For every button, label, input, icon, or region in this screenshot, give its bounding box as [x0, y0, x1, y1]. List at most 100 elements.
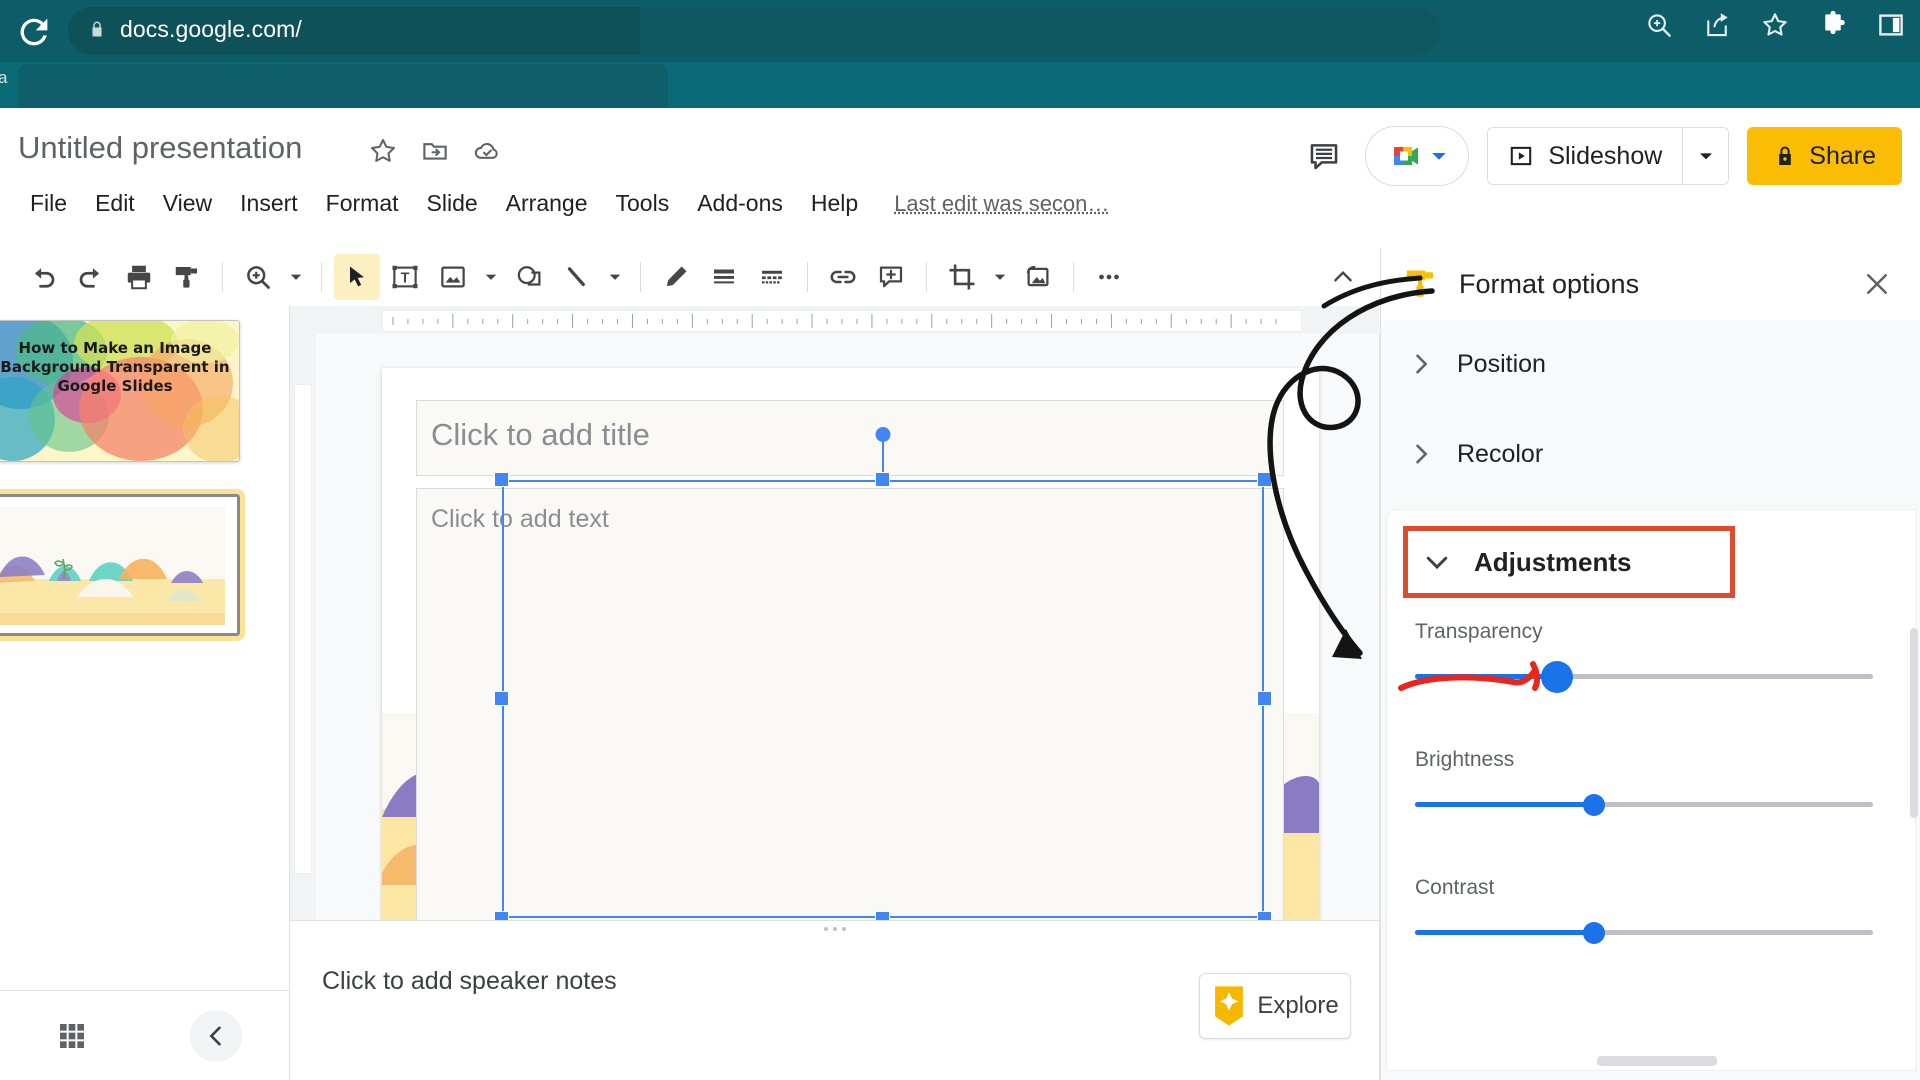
- menu-item-help[interactable]: Help: [797, 186, 872, 221]
- browser-tab-redacted[interactable]: [18, 64, 668, 108]
- toolbar-collapse-button[interactable]: [1320, 254, 1366, 300]
- crop-button[interactable]: [939, 254, 985, 300]
- format-options-header: Format options: [1381, 248, 1920, 320]
- slideshow-dropdown[interactable]: [1682, 128, 1728, 184]
- editor-toolbar: T: [0, 248, 1380, 306]
- select-tool-button[interactable]: [334, 254, 380, 300]
- image-dropdown[interactable]: [478, 254, 504, 300]
- line-color-button[interactable]: [653, 254, 699, 300]
- contrast-slider[interactable]: [1415, 930, 1873, 936]
- brightness-slider-thumb[interactable]: [1583, 794, 1605, 816]
- crop-dropdown[interactable]: [987, 254, 1013, 300]
- mask-image-button[interactable]: [1015, 254, 1061, 300]
- brightness-label: Brightness: [1415, 748, 1885, 772]
- line-button[interactable]: [554, 254, 600, 300]
- share-button[interactable]: Share: [1747, 127, 1902, 185]
- shape-button[interactable]: [506, 254, 552, 300]
- horizontal-ruler[interactable]: [382, 310, 1302, 332]
- vertical-ruler[interactable]: [290, 334, 316, 920]
- toolbar-divider: [321, 262, 322, 292]
- insert-link-button[interactable]: [820, 254, 866, 300]
- redo-button[interactable]: [68, 254, 114, 300]
- transparency-slider-thumb[interactable]: [1541, 661, 1573, 693]
- side-panel-icon[interactable]: [1876, 10, 1906, 40]
- star-icon[interactable]: [368, 136, 398, 166]
- slide-filmstrip[interactable]: How to Make an Image Background Transpar…: [0, 306, 290, 990]
- text-box-button[interactable]: T: [382, 254, 428, 300]
- insert-image-button[interactable]: [430, 254, 476, 300]
- share-page-icon[interactable]: [1702, 10, 1732, 40]
- extensions-puzzle-icon[interactable]: [1818, 10, 1848, 40]
- meet-button[interactable]: [1365, 126, 1469, 186]
- chevron-down-icon: [289, 270, 303, 284]
- zoom-button[interactable]: [235, 254, 281, 300]
- slideshow-button[interactable]: Slideshow: [1487, 127, 1729, 185]
- line-dropdown[interactable]: [602, 254, 628, 300]
- bookmark-star-icon[interactable]: [1760, 10, 1790, 40]
- panel-scrollbar[interactable]: [1910, 628, 1918, 818]
- add-comment-button[interactable]: [868, 254, 914, 300]
- menu-item-edit[interactable]: Edit: [81, 186, 149, 221]
- line-dash-icon: [757, 262, 787, 292]
- menu-bar: File Edit View Insert Format Slide Arran…: [16, 186, 1109, 221]
- slide-thumbnail-1-wrap[interactable]: How to Make an Image Background Transpar…: [0, 320, 289, 462]
- section-recolor[interactable]: Recolor: [1381, 418, 1920, 490]
- line-weight-button[interactable]: [701, 254, 747, 300]
- toolbar-divider: [807, 262, 808, 292]
- chevron-right-icon: [1407, 440, 1435, 468]
- menu-item-view[interactable]: View: [149, 186, 226, 221]
- format-options-title: Format options: [1459, 269, 1639, 300]
- menu-item-format[interactable]: Format: [312, 186, 413, 221]
- menu-item-slide[interactable]: Slide: [413, 186, 492, 221]
- reload-icon[interactable]: [14, 12, 54, 52]
- zoom-in-icon[interactable]: [1644, 10, 1674, 40]
- line-dash-button[interactable]: [749, 254, 795, 300]
- explore-button[interactable]: Explore: [1199, 973, 1351, 1039]
- horizontal-ruler-row: [290, 306, 1380, 334]
- brightness-slider[interactable]: [1415, 802, 1873, 808]
- url-text: docs.google.com/: [120, 16, 302, 43]
- more-options-button[interactable]: [1086, 254, 1132, 300]
- last-edit-status[interactable]: Last edit was secon…: [894, 191, 1109, 217]
- chevron-down-icon: [1422, 547, 1452, 577]
- print-icon: [124, 262, 154, 292]
- slideshow-main[interactable]: Slideshow: [1488, 128, 1682, 184]
- current-slide[interactable]: Click to add title Click to add text: [382, 368, 1319, 963]
- filmstrip-collapse-button[interactable]: [190, 1010, 242, 1062]
- zoom-dropdown[interactable]: [283, 254, 309, 300]
- print-button[interactable]: [116, 254, 162, 300]
- move-to-folder-icon[interactable]: [420, 136, 450, 166]
- menu-item-arrange[interactable]: Arrange: [492, 186, 602, 221]
- header-actions: Slideshow Share: [1301, 126, 1902, 186]
- text-box-icon: T: [390, 262, 420, 292]
- filmstrip-bottom-bar: [0, 990, 290, 1080]
- section-position[interactable]: Position: [1381, 328, 1920, 400]
- contrast-slider-thumb[interactable]: [1583, 922, 1605, 944]
- slide-thumbnail-2[interactable]: [0, 494, 240, 636]
- notes-resize-grip[interactable]: [824, 927, 846, 931]
- section-adjustments[interactable]: Adjustments: [1403, 526, 1735, 598]
- menu-item-file[interactable]: File: [16, 186, 81, 221]
- grid-view-button[interactable]: [47, 1011, 97, 1061]
- select-cursor-icon: [343, 263, 371, 291]
- slide-thumbnail-2-wrap[interactable]: [0, 494, 289, 636]
- comment-history-button[interactable]: [1301, 133, 1347, 179]
- speaker-notes-area[interactable]: Click to add speaker notes Explore: [290, 920, 1380, 1080]
- more-options-icon: [1094, 262, 1124, 292]
- paint-format-button[interactable]: [164, 254, 210, 300]
- menu-item-insert[interactable]: Insert: [226, 186, 312, 221]
- cloud-saved-icon[interactable]: [472, 136, 504, 166]
- transparency-slider[interactable]: [1415, 674, 1873, 680]
- menu-item-tools[interactable]: Tools: [602, 186, 684, 221]
- undo-button[interactable]: [20, 254, 66, 300]
- page-title[interactable]: Untitled presentation: [18, 130, 302, 166]
- menu-item-addons[interactable]: Add-ons: [683, 186, 797, 221]
- slide-thumbnail-1[interactable]: How to Make an Image Background Transpar…: [0, 320, 240, 462]
- chevron-left-icon: [202, 1022, 230, 1050]
- title-placeholder[interactable]: Click to add title: [416, 400, 1284, 476]
- body-placeholder[interactable]: Click to add text: [416, 488, 1284, 928]
- brightness-control: Brightness: [1415, 748, 1885, 808]
- slide-thumbnail-1-title: How to Make an Image Background Transpar…: [0, 339, 239, 397]
- format-options-close-button[interactable]: [1855, 262, 1899, 306]
- line-icon: [562, 262, 592, 292]
